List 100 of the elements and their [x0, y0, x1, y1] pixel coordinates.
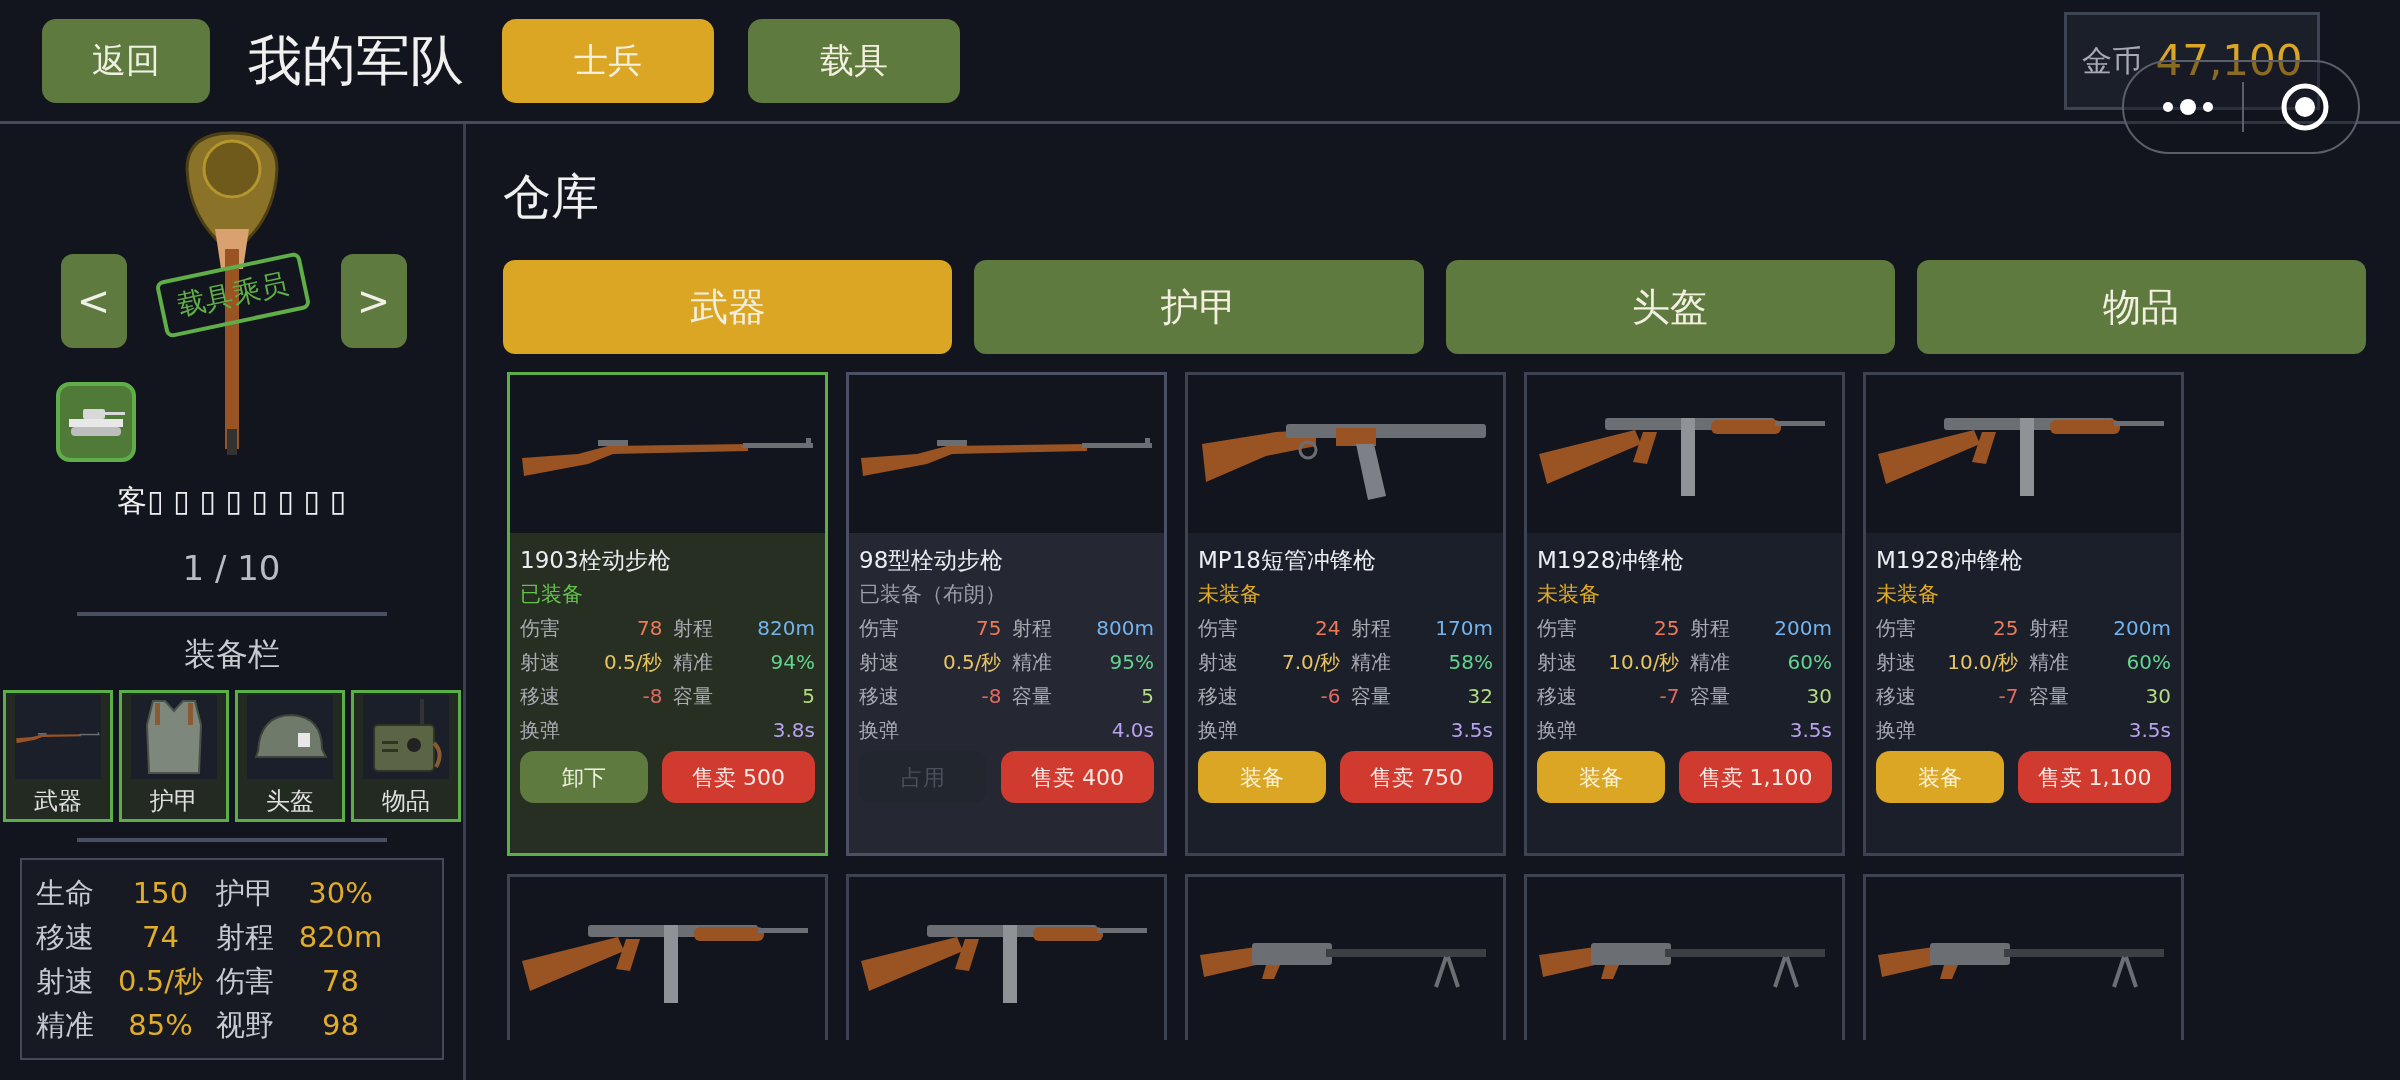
equip-button[interactable]: 卸下: [520, 751, 648, 803]
stat-value: 60%: [2125, 649, 2171, 676]
stat-label: 移速: [1537, 683, 1577, 710]
stat-label: 移速: [1876, 683, 1916, 710]
equipment-slot[interactable]: 武器: [2, 690, 113, 822]
stat-value: 78: [321, 963, 360, 1000]
page-title: 我的军队: [248, 28, 464, 94]
stat-label: 伤害: [1537, 615, 1577, 642]
stat-label: 换弹: [1876, 717, 1916, 744]
stat-label: 伤害: [215, 963, 275, 1000]
stat-value: 5: [1140, 683, 1154, 710]
stat-label: 射速: [1876, 649, 1916, 676]
stat-value: 820m: [756, 615, 815, 642]
stat-label: 射程: [1011, 615, 1052, 642]
stat-value: 200m: [1773, 615, 1832, 642]
stat-label: 伤害: [859, 615, 899, 642]
equip-status: 已装备: [520, 581, 584, 608]
stat-label: 精准: [672, 649, 713, 676]
stat-label: 精准: [1350, 649, 1391, 676]
stat-value: 7.0/秒: [1280, 649, 1341, 676]
weapon-name: 1903栓动步枪: [520, 546, 672, 575]
stat-label: 射速: [35, 963, 95, 1000]
warehouse-title: 仓库: [503, 168, 600, 224]
stat-value: 94%: [769, 649, 815, 676]
next-button[interactable]: >: [340, 254, 407, 348]
sell-button[interactable]: 售卖 500: [662, 751, 815, 803]
stat-label: 射速: [859, 649, 899, 676]
stat-label: 容量: [1011, 683, 1052, 710]
weapon-card[interactable]: [1524, 874, 1845, 1040]
stat-value: -8: [641, 683, 663, 710]
slot-label: 护甲: [149, 786, 198, 817]
category-tab[interactable]: 头盔: [1445, 260, 1895, 354]
stat-value: 0.5/秒: [941, 649, 1002, 676]
stat-value: 30: [2144, 683, 2171, 710]
vehicle-badge[interactable]: [55, 382, 136, 462]
stat-label: 精准: [1011, 649, 1052, 676]
stat-value: -7: [1658, 683, 1680, 710]
stat-label: 护甲: [215, 875, 275, 912]
weapon-card[interactable]: [507, 874, 828, 1040]
stat-value: 24: [1314, 615, 1341, 642]
back-button[interactable]: 返回: [42, 18, 210, 103]
weapon-card[interactable]: M1928冲锋枪 未装备 伤害 25 射程 200m 射速 10.0/秒 精准 60% 移速 -7 容量 30 换弹 3.5s 装备 售卖 1,100: [1524, 372, 1845, 856]
weapon-card[interactable]: [1185, 874, 1506, 1040]
stat-label: 射程: [215, 919, 275, 956]
top-tab[interactable]: 载具: [748, 18, 960, 103]
stat-value: 3.5s: [2127, 717, 2171, 744]
stat-label: 容量: [672, 683, 713, 710]
stat-value: 800m: [1095, 615, 1154, 642]
stat-value: 58%: [1447, 649, 1493, 676]
slot-label: 武器: [33, 786, 82, 817]
more-icon[interactable]: [2162, 97, 2214, 117]
stat-label: 伤害: [520, 615, 560, 642]
weapon-name: 98型栓动步枪: [859, 546, 1005, 575]
close-icon[interactable]: [2280, 82, 2330, 132]
stat-value: 85%: [127, 1007, 194, 1044]
sell-button[interactable]: 售卖 1,100: [1679, 751, 1832, 803]
weapon-name: MP18短管冲锋枪: [1198, 546, 1377, 575]
equipment-slot[interactable]: 物品: [350, 690, 461, 822]
stat-value: 0.5/秒: [117, 963, 204, 1000]
stat-value: 30: [1805, 683, 1832, 710]
previous-button[interactable]: <: [60, 254, 127, 348]
stat-value: 98: [321, 1007, 360, 1044]
stat-label: 容量: [1350, 683, 1391, 710]
weapon-card[interactable]: [846, 874, 1167, 1040]
equipment-slot[interactable]: 头盔: [234, 690, 345, 822]
sell-button[interactable]: 售卖 750: [1340, 751, 1493, 803]
slot-label: 物品: [381, 786, 430, 817]
stat-value: 820m: [297, 919, 384, 956]
stat-value: 170m: [1434, 615, 1493, 642]
stat-value: 10.0/秒: [1946, 649, 2019, 676]
stat-label: 精准: [2028, 649, 2069, 676]
weapon-card[interactable]: M1928冲锋枪 未装备 伤害 25 射程 200m 射速 10.0/秒 精准 60% 移速 -7 容量 30 换弹 3.5s 装备 售卖 1,100: [1863, 372, 2184, 856]
stat-label: 伤害: [1876, 615, 1916, 642]
stat-label: 射程: [1350, 615, 1391, 642]
stat-label: 换弹: [859, 717, 899, 744]
stat-label: 移速: [859, 683, 899, 710]
sell-button[interactable]: 售卖 400: [1001, 751, 1154, 803]
stat-label: 容量: [1689, 683, 1730, 710]
stat-value: 3.5s: [1449, 717, 1493, 744]
stat-value: -7: [1997, 683, 2019, 710]
weapon-card[interactable]: [1863, 874, 2184, 1040]
stat-value: 0.5/秒: [602, 649, 663, 676]
equipment-slot[interactable]: 护甲: [118, 690, 229, 822]
stat-label: 换弹: [1537, 717, 1577, 744]
stat-label: 射速: [520, 649, 560, 676]
slot-label: 头盔: [265, 786, 314, 817]
stat-label: 移速: [1198, 683, 1238, 710]
stat-value: 30%: [307, 875, 374, 912]
stat-value: -6: [1319, 683, 1341, 710]
stat-value: 5: [801, 683, 815, 710]
sell-button[interactable]: 售卖 1,100: [2018, 751, 2171, 803]
stat-value: 78: [636, 615, 663, 642]
stat-label: 射速: [1198, 649, 1238, 676]
category-tab[interactable]: 护甲: [974, 260, 1424, 354]
weapon-name: M1928冲锋枪: [1537, 546, 1686, 575]
stat-value: 60%: [1786, 649, 1832, 676]
stat-value: 32: [1466, 683, 1493, 710]
category-tab[interactable]: 物品: [1916, 260, 2366, 354]
weapon-card[interactable]: MP18短管冲锋枪 未装备 伤害 24 射程 170m 射速 7.0/秒 精准 58% 移速 -6 容量 32 换弹 3.5s 装备 售卖 750: [1185, 372, 1506, 856]
weapon-card[interactable]: 1903栓动步枪 已装备 伤害 78 射程 820m 射速 0.5/秒 精准 94% 移速 -8 容量 5 换弹 3.8s 卸下 售卖 500: [507, 372, 828, 856]
